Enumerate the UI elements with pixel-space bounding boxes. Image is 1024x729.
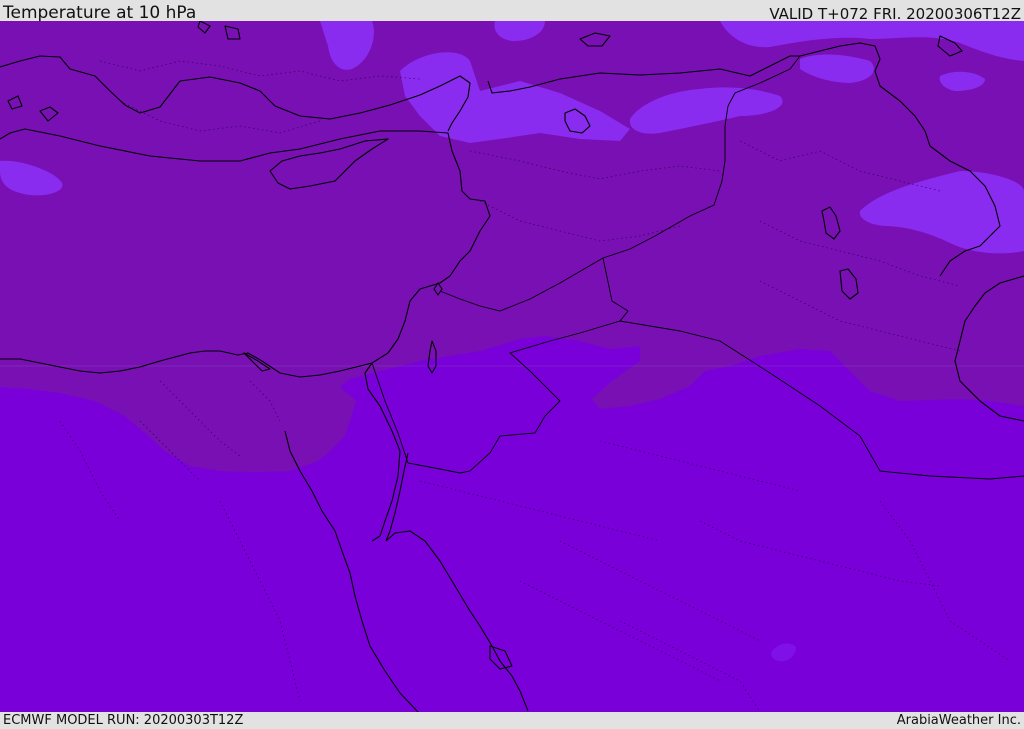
- map-title: Temperature at 10 hPa: [3, 3, 197, 23]
- header-bar: Temperature at 10 hPa VALID T+072 FRI. 2…: [0, 0, 1024, 23]
- credit-text: ArabiaWeather Inc.: [896, 713, 1021, 728]
- model-run: ECMWF MODEL RUN: 20200303T12Z: [3, 713, 244, 728]
- footer-bar: ECMWF MODEL RUN: 20200303T12Z ArabiaWeat…: [0, 712, 1024, 729]
- temperature-map[interactable]: [0, 21, 1024, 712]
